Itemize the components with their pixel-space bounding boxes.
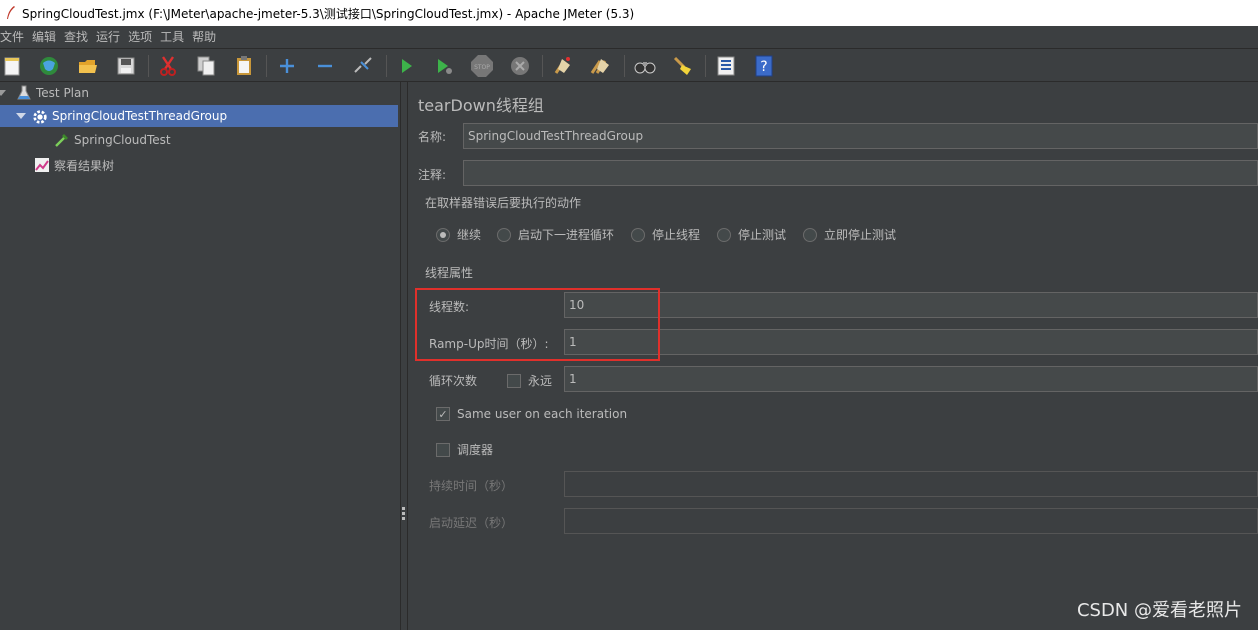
menu-search[interactable]: 查找 xyxy=(60,26,92,48)
loop-label: 循环次数 xyxy=(429,374,478,388)
menu-bar: 文件 编辑 查找 运行 选项 工具 帮助 xyxy=(0,26,1258,48)
comment-field[interactable] xyxy=(463,160,1258,186)
radio-stop-thread[interactable]: 停止线程 xyxy=(631,226,700,243)
window-title: SpringCloudTest.jmx (F:\JMeter\apache-jm… xyxy=(22,6,635,21)
menu-tools[interactable]: 工具 xyxy=(156,26,188,48)
tree-node-label: Test Plan xyxy=(36,86,89,100)
radio-continue[interactable]: 继续 xyxy=(436,226,481,243)
radio-label: 停止测试 xyxy=(738,228,787,242)
radio-unchecked-icon xyxy=(631,227,645,242)
duration-field[interactable] xyxy=(564,471,1258,497)
radio-unchecked-icon xyxy=(497,227,511,242)
expand-icon[interactable] xyxy=(275,54,299,78)
checkbox-unchecked-icon xyxy=(507,373,521,388)
gear-icon xyxy=(32,108,48,124)
tree-node-label: 察看结果树 xyxy=(54,158,115,173)
checkbox-label: 调度器 xyxy=(457,443,494,457)
collapse-arrow-icon[interactable] xyxy=(16,111,26,121)
paste-icon[interactable] xyxy=(232,54,256,78)
menu-help[interactable]: 帮助 xyxy=(188,26,220,48)
search-icon[interactable] xyxy=(633,54,657,78)
function-helper-icon[interactable] xyxy=(714,54,738,78)
name-label: 名称: xyxy=(418,130,447,144)
reset-search-icon[interactable] xyxy=(671,54,695,78)
toolbar-separator xyxy=(624,55,625,77)
jmeter-feather-icon xyxy=(7,6,15,19)
toolbar-separator xyxy=(148,55,149,77)
tree-node-listener[interactable]: 察看结果树 xyxy=(34,154,114,176)
tree-node-thread-group[interactable]: SpringCloudTestThreadGroup xyxy=(0,105,398,127)
chart-icon xyxy=(34,157,50,173)
clear-all-icon[interactable] xyxy=(589,54,613,78)
radio-unchecked-icon xyxy=(717,227,731,242)
collapse-arrow-icon[interactable] xyxy=(0,88,6,98)
flask-icon xyxy=(16,85,32,101)
radio-label: 继续 xyxy=(457,228,482,242)
radio-stop-test[interactable]: 停止测试 xyxy=(717,226,786,243)
clear-icon[interactable] xyxy=(551,54,575,78)
radio-stop-test-now[interactable]: 立即停止测试 xyxy=(803,226,896,243)
name-field[interactable]: SpringCloudTestThreadGroup xyxy=(463,123,1258,149)
copy-icon[interactable] xyxy=(194,54,218,78)
delay-field[interactable] xyxy=(564,508,1258,534)
toggle-icon[interactable] xyxy=(351,54,375,78)
pipette-icon xyxy=(54,132,70,148)
svg-text:STOP: STOP xyxy=(474,64,490,71)
toolbar: STOP ? xyxy=(0,48,1258,82)
collapse-icon[interactable] xyxy=(313,54,337,78)
loop-count-field[interactable]: 1 xyxy=(564,366,1258,392)
rampup-field[interactable]: 1 xyxy=(564,329,1258,355)
menu-file[interactable]: 文件 xyxy=(0,26,28,48)
radio-label: 立即停止测试 xyxy=(824,228,897,242)
radio-checked-icon xyxy=(436,227,450,242)
help-icon[interactable]: ? xyxy=(752,54,776,78)
split-divider[interactable] xyxy=(400,82,408,630)
toolbar-separator xyxy=(266,55,267,77)
menu-edit[interactable]: 编辑 xyxy=(28,26,60,48)
svg-text:?: ? xyxy=(760,59,767,75)
tree-node-label: SpringCloudTest xyxy=(74,133,171,147)
delay-label: 启动延迟（秒） xyxy=(429,516,514,530)
radio-start-next-loop[interactable]: 启动下一进程循环 xyxy=(497,226,614,243)
page-title: tearDown线程组 xyxy=(418,96,544,115)
radio-label: 停止线程 xyxy=(652,228,701,242)
toolbar-separator xyxy=(542,55,543,77)
test-plan-tree: Test Plan SpringCloudTestThreadGroup Spr… xyxy=(0,82,400,630)
checkbox-checked-icon: ✓ xyxy=(436,407,450,421)
save-icon[interactable] xyxy=(114,54,138,78)
toolbar-separator xyxy=(386,55,387,77)
forever-checkbox[interactable]: 永远 xyxy=(507,372,552,389)
window-titlebar: SpringCloudTest.jmx (F:\JMeter\apache-jm… xyxy=(0,0,1258,26)
templates-icon[interactable] xyxy=(37,54,61,78)
tree-node-label: SpringCloudTestThreadGroup xyxy=(52,109,228,123)
start-no-pause-icon[interactable] xyxy=(432,54,456,78)
stop-icon[interactable]: STOP xyxy=(470,54,494,78)
comment-label: 注释: xyxy=(418,168,447,182)
same-user-checkbox[interactable]: ✓ Same user on each iteration xyxy=(436,407,627,421)
drag-handle-icon[interactable] xyxy=(402,507,405,521)
new-icon[interactable] xyxy=(0,54,24,78)
cut-icon[interactable] xyxy=(156,54,180,78)
toolbar-separator xyxy=(705,55,706,77)
menu-options[interactable]: 选项 xyxy=(124,26,156,48)
scheduler-checkbox[interactable]: 调度器 xyxy=(436,441,493,458)
checkbox-label: Same user on each iteration xyxy=(457,407,628,421)
thread-group-panel: tearDown线程组 名称: SpringCloudTestThreadGro… xyxy=(408,82,1258,630)
duration-label: 持续时间（秒） xyxy=(429,479,514,493)
tree-node-sampler[interactable]: SpringCloudTest xyxy=(54,129,171,151)
menu-run[interactable]: 运行 xyxy=(92,26,124,48)
error-action-title: 在取样器错误后要执行的动作 xyxy=(423,194,584,211)
open-icon[interactable] xyxy=(76,54,100,78)
watermark: CSDN @爱看老照片 xyxy=(1076,600,1242,621)
start-icon[interactable] xyxy=(394,54,418,78)
highlight-box xyxy=(415,288,660,361)
checkbox-label: 永远 xyxy=(528,374,553,388)
shutdown-icon[interactable] xyxy=(508,54,532,78)
checkbox-unchecked-icon xyxy=(436,442,450,457)
thread-props-title: 线程属性 xyxy=(423,264,476,281)
threads-field[interactable]: 10 xyxy=(564,292,1258,318)
tree-node-test-plan[interactable]: Test Plan xyxy=(0,82,89,104)
radio-unchecked-icon xyxy=(803,227,817,242)
radio-label: 启动下一进程循环 xyxy=(518,228,615,242)
